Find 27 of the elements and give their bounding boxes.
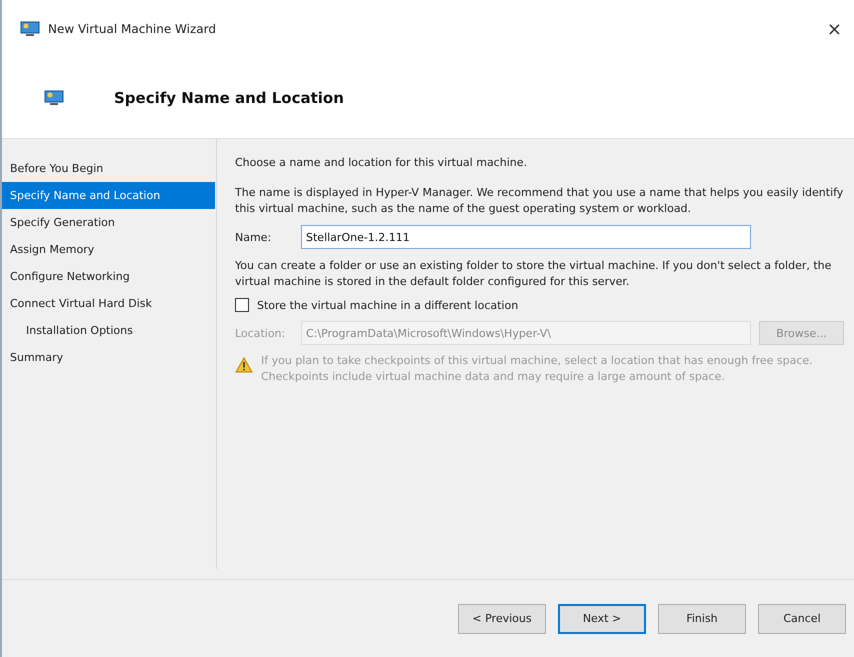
name-label: Name:	[235, 230, 272, 244]
monitor-icon	[20, 21, 40, 37]
warning-text: If you plan to take checkpoints of this virtual machine, select a location that has enough free space. Checkpoints include virtual machine data and may require a large amount of space.	[261, 353, 814, 385]
wizard-step[interactable]: Specify Name and Location	[2, 182, 215, 209]
wizard-button[interactable]: Next >	[558, 604, 646, 634]
wizard-button[interactable]: < Previous	[458, 604, 546, 634]
wizard-step[interactable]: Specify Generation	[2, 209, 215, 236]
folder-help-text: You can create a folder or use an existing folder to store the virtual machine. If you don't select a folder, the virtual machine is stored in the default folder configured for this server.	[235, 258, 832, 290]
close-button[interactable]: ×	[826, 18, 842, 40]
intro-text: Choose a name and location for this virtual machine.	[235, 155, 528, 171]
wizard-step[interactable]: Summary	[2, 344, 215, 371]
wizard-button[interactable]: Finish	[658, 604, 746, 634]
monitor-icon	[44, 90, 64, 106]
checkbox-label: Store the virtual machine in a different location	[257, 298, 518, 312]
window-title: New Virtual Machine Wizard	[48, 22, 217, 36]
name-help-text: The name is displayed in Hyper-V Manager. We recommend that you use a name that helps you easily identify this virtual machine, such as the name of the guest operating system or workload.	[235, 185, 844, 217]
wizard-step[interactable]: Before You Begin	[2, 155, 215, 182]
warning-icon	[235, 357, 253, 373]
store-checkbox[interactable]	[235, 298, 249, 312]
wizard-step[interactable]: Assign Memory	[2, 236, 215, 263]
name-field[interactable]: StellarOne-1.2.111	[301, 225, 751, 249]
wizard-button[interactable]: Cancel	[758, 604, 846, 634]
wizard-step[interactable]: Configure Networking	[2, 263, 215, 290]
wizard-step[interactable]: Connect Virtual Hard Disk	[2, 290, 215, 317]
wizard-step[interactable]: Installation Options	[2, 317, 215, 344]
location-label: Location:	[235, 326, 286, 340]
page-heading: Specify Name and Location	[114, 89, 344, 107]
